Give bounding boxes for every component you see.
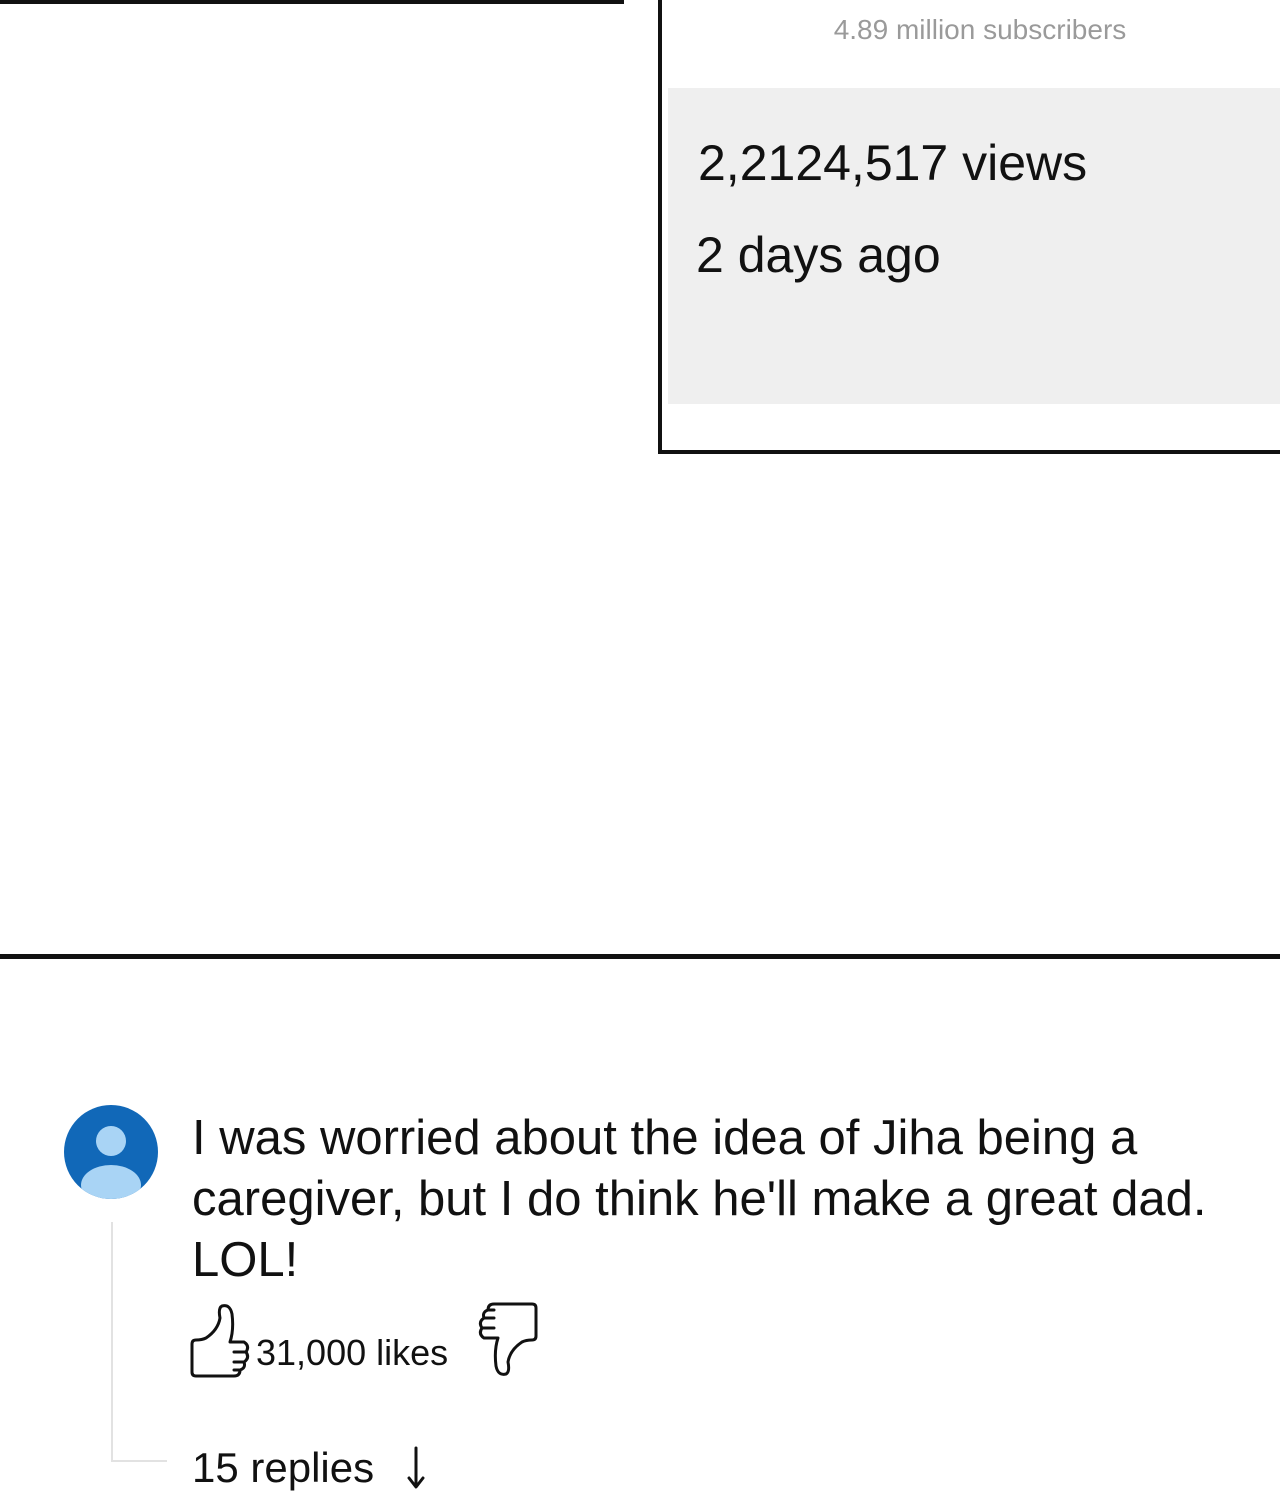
top-left-panel-frame bbox=[0, 0, 624, 4]
arrow-down-icon bbox=[402, 1444, 430, 1492]
replies-count: 15 replies bbox=[192, 1444, 375, 1491]
view-replies-button[interactable]: 15 replies bbox=[192, 1444, 452, 1494]
reply-thread-line bbox=[111, 1222, 167, 1462]
video-info-card: 4.89 million subscribers 2,2124,517 view… bbox=[658, 0, 1280, 454]
comment-actions: 31,000 likes bbox=[190, 1300, 590, 1382]
thumbs-up-icon[interactable] bbox=[190, 1300, 250, 1380]
subscriber-count: 4.89 million subscribers bbox=[833, 14, 1127, 45]
user-avatar-icon[interactable] bbox=[64, 1105, 158, 1199]
like-count: 31,000 likes bbox=[256, 1332, 449, 1373]
panel-divider bbox=[0, 954, 1280, 959]
video-stats-box[interactable]: 2,2124,517 views 2 days ago bbox=[668, 88, 1280, 404]
posted-date: 2 days ago bbox=[696, 227, 941, 283]
view-count: 2,2124,517 views bbox=[698, 135, 1088, 191]
comment-text: I was worried about the idea of Jiha bei… bbox=[192, 1111, 1207, 1287]
thumbs-down-icon[interactable] bbox=[478, 1300, 538, 1380]
